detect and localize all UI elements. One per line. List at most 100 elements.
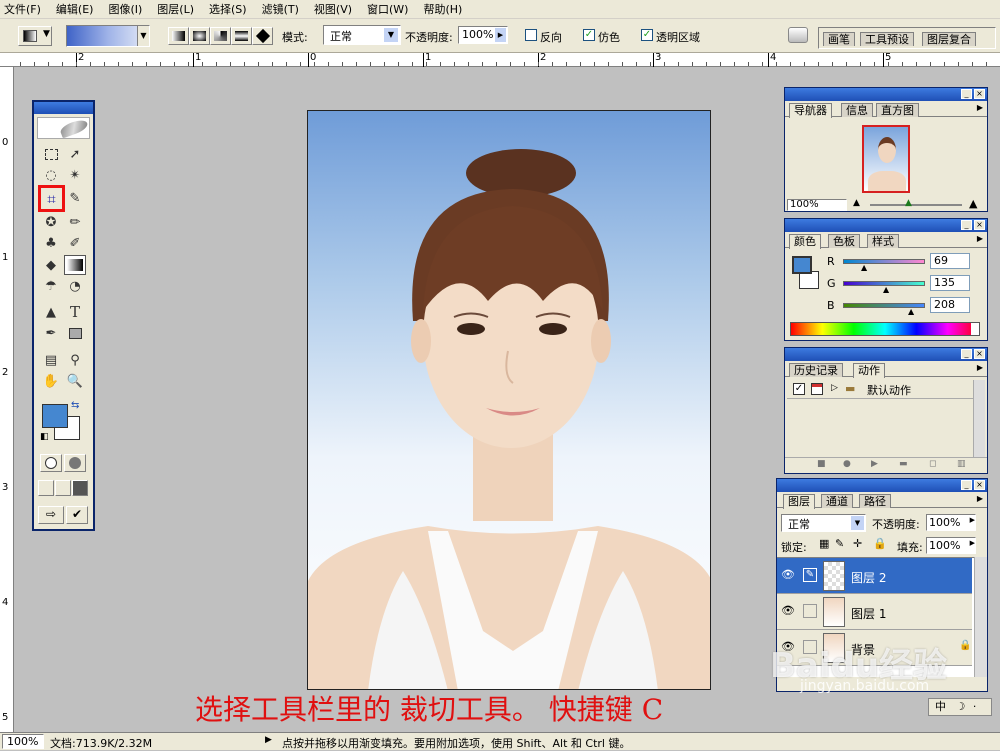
reflected-gradient-button[interactable]	[231, 27, 252, 45]
tab-navigator[interactable]: 导航器	[789, 103, 832, 118]
chevron-right-icon[interactable]: ▶	[495, 28, 506, 42]
swap-colors-icon[interactable]: ⇆	[71, 400, 79, 411]
tab-info[interactable]: 信息	[841, 103, 873, 117]
record-icon[interactable]: ●	[843, 459, 851, 469]
tool-preset-picker[interactable]: ▼	[18, 26, 52, 46]
ime-bar[interactable]: 中 ☽ ·	[928, 698, 992, 716]
status-zoom[interactable]: 100%	[2, 734, 44, 749]
pen-tool-icon[interactable]: ✒	[40, 323, 62, 343]
tab-layers[interactable]: 图层	[783, 494, 815, 509]
color-fg-swatch[interactable]	[792, 256, 812, 274]
chevron-right-icon[interactable]: ▶	[970, 539, 975, 547]
well-tab-brushes[interactable]: 画笔	[823, 32, 855, 46]
menu-item-6[interactable]: 视图(V)	[314, 1, 352, 17]
move-tool-icon[interactable]: ➚	[64, 144, 86, 164]
eraser-tool-icon[interactable]: ◆	[40, 255, 62, 275]
dialog-toggle-icon[interactable]	[811, 383, 823, 395]
minimize-icon[interactable]: _	[961, 349, 972, 359]
menu-item-2[interactable]: 图像(I)	[108, 1, 142, 17]
healing-brush-tool-icon[interactable]: ✪	[40, 212, 62, 232]
navigator-thumbnail[interactable]	[862, 125, 910, 193]
lock-all-icon[interactable]: 🔒	[873, 537, 887, 550]
r-field[interactable]: 69	[930, 253, 970, 269]
slider-thumb-icon[interactable]: ▲	[905, 198, 912, 208]
radial-gradient-button[interactable]	[189, 27, 210, 45]
layers-scrollbar[interactable]	[974, 557, 987, 677]
adobe-online-button[interactable]	[37, 117, 90, 139]
b-field[interactable]: 208	[930, 297, 970, 313]
layer-row-2[interactable]: 👁 ✎ 图层 2	[777, 558, 972, 594]
full-screen-mode-icon[interactable]	[72, 480, 88, 496]
tab-channels[interactable]: 通道	[821, 494, 853, 508]
close-icon[interactable]: ×	[974, 220, 985, 230]
eyedropper-tool-icon[interactable]: ⚲	[64, 350, 86, 370]
default-colors-icon[interactable]: ◧	[40, 432, 49, 442]
tab-swatches[interactable]: 色板	[828, 234, 860, 248]
hand-tool-icon[interactable]: ✋	[40, 371, 62, 391]
menu-item-3[interactable]: 图层(L)	[157, 1, 194, 17]
tab-paths[interactable]: 路径	[859, 494, 891, 508]
menu-item-8[interactable]: 帮助(H)	[423, 1, 462, 17]
palette-menu-icon[interactable]: ▶	[977, 103, 983, 112]
magic-wand-tool-icon[interactable]: ✴	[64, 165, 86, 185]
lock-image-icon[interactable]: ✎	[835, 537, 844, 550]
chevron-down-icon[interactable]: ▼	[137, 26, 149, 46]
g-field[interactable]: 135	[930, 275, 970, 291]
tab-actions[interactable]: 动作	[853, 363, 885, 378]
lock-position-icon[interactable]: ✛	[853, 537, 862, 550]
minimize-icon[interactable]: _	[961, 480, 972, 490]
stop-icon[interactable]: ■	[817, 459, 826, 469]
crop-tool-icon[interactable]: ⌗	[38, 185, 65, 212]
tab-history[interactable]: 历史记录	[789, 363, 843, 377]
menu-item-0[interactable]: 文件(F)	[4, 1, 41, 17]
full-screen-menu-mode-icon[interactable]	[55, 480, 71, 496]
new-action-icon[interactable]: ◻	[929, 459, 936, 469]
g-slider-thumb-icon[interactable]: ▲	[883, 285, 889, 294]
type-tool-icon[interactable]: T	[64, 302, 86, 322]
path-selection-tool-icon[interactable]: ▲	[40, 302, 62, 322]
notes-tool-icon[interactable]: ▤	[40, 350, 62, 370]
foreground-color-fill[interactable]	[42, 404, 68, 428]
layers-title-bar[interactable]: _ ×	[777, 479, 987, 492]
expand-triangle-icon[interactable]: ▷	[831, 383, 838, 393]
trash-icon[interactable]: ▥	[957, 459, 966, 469]
well-tab-tool-presets[interactable]: 工具预设	[860, 32, 914, 46]
opacity-field[interactable]: 100% ▶	[458, 26, 508, 44]
actions-scrollbar[interactable]	[973, 380, 985, 458]
marquee-tool-icon[interactable]	[40, 144, 62, 164]
tab-styles[interactable]: 样式	[867, 234, 899, 248]
close-icon[interactable]: ×	[974, 349, 985, 359]
zoom-tool-icon[interactable]: 🔍	[64, 371, 86, 391]
standard-mode-button[interactable]	[40, 454, 62, 472]
layer-row-1[interactable]: 👁 图层 1	[777, 594, 972, 630]
palette-menu-icon[interactable]: ▶	[977, 363, 983, 372]
brush-tool-icon[interactable]: ✏	[64, 212, 86, 232]
transparency-checkbox[interactable]: ✓	[641, 29, 653, 41]
slice-tool-icon[interactable]: ✎	[64, 188, 86, 208]
quick-mask-button[interactable]	[64, 454, 86, 472]
menu-item-4[interactable]: 选择(S)	[209, 1, 247, 17]
color-ramp[interactable]	[790, 322, 980, 336]
history-brush-tool-icon[interactable]: ✐	[64, 233, 86, 253]
palette-menu-icon[interactable]: ▶	[977, 494, 983, 503]
new-set-icon[interactable]: ▬	[899, 459, 908, 469]
navigator-zoom-field[interactable]: 100%	[787, 199, 847, 211]
menu-item-7[interactable]: 窗口(W)	[367, 1, 408, 17]
document-canvas[interactable]	[307, 110, 711, 690]
r-slider[interactable]	[843, 259, 925, 264]
gradient-tool-icon[interactable]	[64, 255, 86, 275]
rectangle-tool-icon[interactable]	[64, 323, 86, 343]
clone-stamp-tool-icon[interactable]: ♣	[40, 233, 62, 253]
lock-transparent-icon[interactable]: ▦	[819, 537, 829, 550]
play-icon[interactable]: ▶	[871, 459, 878, 469]
layer-opacity-field[interactable]: 100% ▶	[926, 514, 976, 531]
palette-menu-icon[interactable]: ▶	[977, 234, 983, 243]
actions-title-bar[interactable]: _ ×	[785, 348, 987, 361]
mode-select[interactable]: 正常 ▼	[323, 25, 401, 45]
angle-gradient-button[interactable]	[210, 27, 231, 45]
lasso-tool-icon[interactable]: ◌	[40, 165, 62, 185]
b-slider-thumb-icon[interactable]: ▲	[908, 307, 914, 316]
close-icon[interactable]: ×	[974, 480, 985, 490]
eye-icon[interactable]: 👁	[781, 605, 795, 617]
color-title-bar[interactable]: _ ×	[785, 219, 987, 232]
